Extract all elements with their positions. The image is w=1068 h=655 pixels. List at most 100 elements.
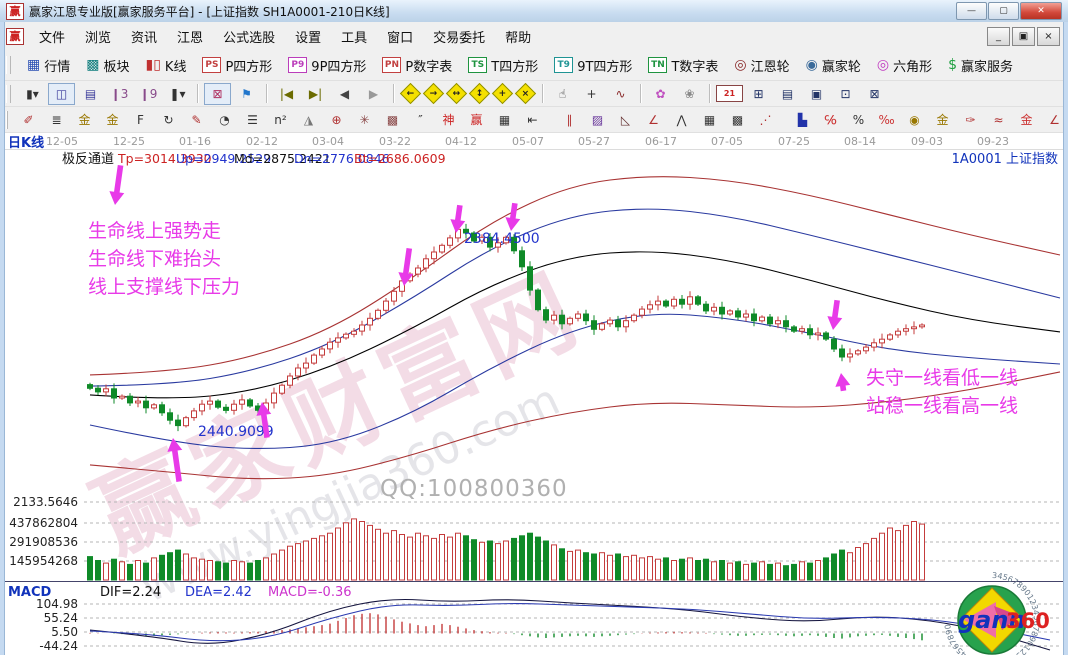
- quote-mark-tool[interactable]: ″: [407, 109, 434, 131]
- gann-right-button[interactable]: →: [422, 82, 445, 105]
- dress-button[interactable]: ✿: [647, 83, 674, 105]
- mind-button[interactable]: ❀: [676, 83, 703, 105]
- menu-formula-stock-pick[interactable]: 公式选股: [213, 23, 285, 50]
- titlebar[interactable]: 赢 赢家江恩专业版[赢家服务平台] - [上证指数 SH1A0001-210日K…: [0, 0, 1068, 23]
- menu-file[interactable]: 文件: [29, 23, 75, 50]
- gann-lr-button[interactable]: ↔: [445, 82, 468, 105]
- fib-levels-tool[interactable]: ≣: [43, 109, 70, 131]
- triangle-tool[interactable]: ◺: [612, 109, 639, 131]
- gold-ratio-tool[interactable]: 金: [71, 109, 98, 131]
- square-n2-tool[interactable]: n²: [267, 109, 294, 131]
- date-tick-label: 07-25: [778, 135, 810, 148]
- web-tool[interactable]: ✳: [351, 109, 378, 131]
- menu-browse[interactable]: 浏览: [75, 23, 121, 50]
- menu-gann[interactable]: 江恩: [167, 23, 213, 50]
- gann-wheel-button[interactable]: ◎ 江恩轮: [728, 54, 795, 77]
- color-chart-button[interactable]: ⚑: [233, 83, 260, 105]
- ying-tool[interactable]: 赢: [463, 109, 490, 131]
- macd-dif-line: [89, 598, 1051, 651]
- save-button[interactable]: ▣: [803, 83, 830, 105]
- parallel-tool[interactable]: ⋰: [752, 109, 779, 131]
- p-square-button[interactable]: PS P四方形: [196, 54, 278, 77]
- lines-tool[interactable]: ☰: [239, 109, 266, 131]
- next-bar-button[interactable]: ▶: [360, 83, 387, 105]
- percent-tool[interactable]: %: [845, 109, 872, 131]
- matrix-tool[interactable]: ▦: [491, 109, 518, 131]
- wave2-tool[interactable]: ≈: [985, 109, 1012, 131]
- close-button[interactable]: ✕: [1020, 2, 1062, 20]
- mdi-minimize-button[interactable]: _: [987, 27, 1010, 46]
- single-candle-dropdown-button[interactable]: ❚▾: [164, 83, 191, 105]
- gann-all-button[interactable]: +: [491, 82, 514, 105]
- p-digit-table-button[interactable]: PN P数字表: [376, 54, 458, 77]
- brush-tool[interactable]: ✎: [183, 109, 210, 131]
- last-bar-button[interactable]: ▶|: [302, 83, 329, 105]
- kline-chart[interactable]: 赢家财富网www.yingjia360.com12-05 12-25 01-16 02…: [0, 133, 1068, 655]
- nine-p-square-button[interactable]: P9 9P四方形: [282, 54, 372, 77]
- calculator-button[interactable]: ⊞: [745, 83, 772, 105]
- angle-tool[interactable]: ∠: [640, 109, 667, 131]
- gold-ratio2-tool[interactable]: 金: [99, 109, 126, 131]
- volume-bar: [319, 535, 325, 581]
- sectors-button[interactable]: ▩ 板块: [80, 54, 135, 77]
- permille-tool[interactable]: ‰: [873, 109, 900, 131]
- t-square-button[interactable]: TS T四方形: [462, 54, 544, 77]
- wave-v-tool[interactable]: ⋀: [668, 109, 695, 131]
- remote-button[interactable]: ⊠: [861, 83, 888, 105]
- clipboard-button[interactable]: ▤: [77, 83, 104, 105]
- gann-left-button[interactable]: ←: [399, 82, 422, 105]
- flag-tool[interactable]: ◮: [295, 109, 322, 131]
- pencil-tool[interactable]: ✐: [15, 109, 42, 131]
- gold-angle-tool[interactable]: 金: [1013, 109, 1040, 131]
- calendar-button[interactable]: 21: [716, 85, 743, 102]
- menu-settings[interactable]: 设置: [285, 23, 331, 50]
- pattern-select-button[interactable]: ⊠: [204, 82, 231, 105]
- first-bar-button[interactable]: |◀: [273, 83, 300, 105]
- shen-tool[interactable]: 神: [435, 109, 462, 131]
- zigzag-pattern-button[interactable]: ◫: [48, 82, 75, 105]
- grid-box-tool[interactable]: ▩: [379, 109, 406, 131]
- winner-service-button[interactable]: $ 赢家服务: [942, 54, 1019, 77]
- bars-9-button[interactable]: ❙9: [135, 83, 162, 105]
- mdi-restore-button[interactable]: ▣: [1012, 27, 1035, 46]
- spiral-tool[interactable]: ↻: [155, 109, 182, 131]
- t-digit-table-button[interactable]: TN T数字表: [642, 54, 724, 77]
- hexagon-button[interactable]: ◎ 六角形: [871, 54, 938, 77]
- gann-ud-button[interactable]: ↕: [468, 82, 491, 105]
- hist-tool[interactable]: ▙: [789, 109, 816, 131]
- menu-help[interactable]: 帮助: [495, 23, 541, 50]
- minimize-button[interactable]: —: [956, 2, 987, 20]
- prev-bar-button[interactable]: ◀: [331, 83, 358, 105]
- quotes-button[interactable]: ▦ 行情: [21, 54, 76, 77]
- notes-button[interactable]: ▤: [774, 83, 801, 105]
- nine-t-square-button[interactable]: T9 9T四方形: [548, 54, 638, 77]
- mdi-close-button[interactable]: ×: [1037, 27, 1060, 46]
- wave-measure-button[interactable]: ∿: [607, 83, 634, 105]
- hand-tool-button[interactable]: ☝: [549, 83, 576, 105]
- arrow-note-tool[interactable]: ✑: [957, 109, 984, 131]
- menu-news[interactable]: 资讯: [121, 23, 167, 50]
- kline-style-dropdown-button[interactable]: ▮▾: [19, 83, 46, 105]
- maximize-button[interactable]: ▢: [988, 2, 1019, 20]
- bars-3-button[interactable]: ❙3: [106, 83, 133, 105]
- gann-cross-button[interactable]: ×: [514, 82, 537, 105]
- gann-circle-tool[interactable]: ⊕: [323, 109, 350, 131]
- extend-tool[interactable]: ⇤: [519, 109, 546, 131]
- menu-window[interactable]: 窗口: [377, 23, 423, 50]
- menu-tools[interactable]: 工具: [331, 23, 377, 50]
- menu-trade[interactable]: 交易委托: [423, 23, 495, 50]
- chart-area[interactable]: 赢家财富网 www.yingjia360.com 12-05 12-25 01-16 02…: [0, 133, 1068, 655]
- fan-lines-tool[interactable]: ∥: [556, 109, 583, 131]
- grid2-tool[interactable]: ▩: [724, 109, 751, 131]
- network-button[interactable]: ⊡: [832, 83, 859, 105]
- cycle-tool[interactable]: ◔: [211, 109, 238, 131]
- box-pattern-tool[interactable]: ▨: [584, 109, 611, 131]
- grid1-tool[interactable]: ▦: [696, 109, 723, 131]
- winner-wheel-button[interactable]: ◉ 赢家轮: [800, 54, 867, 77]
- crosshair-tool-button[interactable]: +: [578, 83, 605, 105]
- kline-button[interactable]: ▮▯ K线: [140, 54, 193, 77]
- gold-line-tool[interactable]: 金: [929, 109, 956, 131]
- fib-f-tool[interactable]: F: [127, 109, 154, 131]
- gold-circle-tool[interactable]: ◉: [901, 109, 928, 131]
- percent-line-tool[interactable]: ℅: [817, 109, 844, 131]
